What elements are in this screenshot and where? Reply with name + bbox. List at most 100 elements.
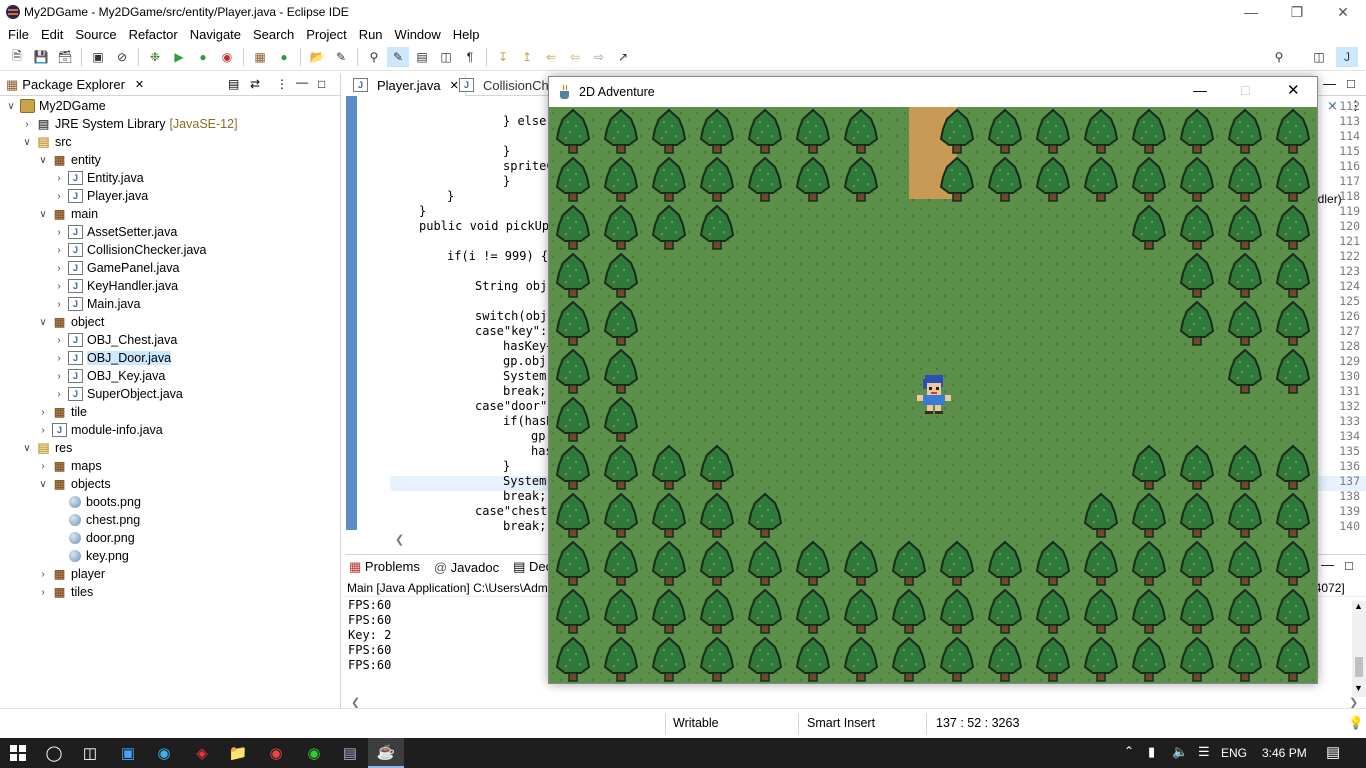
chevron-right-icon[interactable]: › [36, 407, 50, 418]
scrollbar-thumb[interactable] [1355, 657, 1363, 677]
save-icon[interactable]: 💾 [30, 47, 52, 67]
chevron-right-icon[interactable]: › [52, 371, 66, 382]
tree-item[interactable]: › J SuperObject.java [52, 385, 183, 403]
chevron-right-icon[interactable]: › [36, 461, 50, 472]
chrome-alt-icon[interactable]: ◉ [296, 738, 332, 768]
mark-occurrences-icon[interactable]: ✎ [387, 47, 409, 67]
tab-javadoc[interactable]: @ Javadoc [434, 560, 499, 575]
skip-breakpoints-icon[interactable]: ⊘ [111, 47, 133, 67]
battery-icon[interactable]: ▮ [1148, 744, 1155, 760]
restore-button[interactable]: ❐ [1274, 0, 1320, 24]
tree-item[interactable]: chest.png [52, 511, 140, 529]
save-all-icon[interactable]: 🗃 [54, 47, 76, 67]
scroll-left-icon[interactable]: ❮ [395, 533, 404, 546]
maximize-button[interactable]: □ [1241, 82, 1249, 98]
tree-item[interactable]: › J Main.java [52, 295, 141, 313]
minimize-button[interactable]: — [1193, 82, 1207, 98]
tree-item[interactable]: › ▤ JRE System Library [JavaSE-12] [20, 115, 237, 133]
java-perspective-icon[interactable]: J [1336, 47, 1358, 67]
chevron-right-icon[interactable]: › [20, 119, 34, 130]
chevron-right-icon[interactable]: › [52, 263, 66, 274]
tree-item[interactable]: boots.png [52, 493, 141, 511]
tree-item[interactable]: › J OBJ_Door.java [52, 349, 172, 367]
chevron-right-icon[interactable]: › [36, 587, 50, 598]
task-view-icon[interactable]: ◫ [72, 738, 108, 768]
tree-item[interactable]: door.png [52, 529, 135, 547]
open-task-icon[interactable]: ✎ [330, 47, 352, 67]
language-indicator[interactable]: ENG [1221, 746, 1247, 760]
new-package-icon[interactable]: ▦ [249, 47, 271, 67]
tree-item[interactable]: ∨ ▦ objects [36, 475, 110, 493]
file-explorer-icon[interactable]: 📁 [220, 738, 256, 768]
chevron-down-icon[interactable]: ∨ [20, 443, 34, 454]
maximize-view-icon[interactable]: □ [1345, 558, 1353, 573]
collapse-all-icon[interactable]: ▤ [228, 77, 239, 91]
tree-item[interactable]: › Jmodule-info.java [36, 421, 163, 439]
tip-icon[interactable]: 💡 [1348, 716, 1364, 731]
java-taskbar-icon[interactable]: ☕ [368, 738, 404, 768]
tree-item[interactable]: › J KeyHandler.java [52, 277, 178, 295]
tab-package-explorer[interactable]: ▦ Package Explorer ✕ [0, 74, 150, 96]
tree-item[interactable]: › ▦ tile [36, 403, 87, 421]
menu-refactor[interactable]: Refactor [123, 27, 184, 42]
chevron-down-icon[interactable]: ∨ [4, 101, 18, 112]
tree-item[interactable]: › J OBJ_Chest.java [52, 331, 177, 349]
show-whitespace-icon[interactable]: ¶ [459, 47, 481, 67]
new-icon[interactable]: 🗎 [6, 47, 28, 67]
tree-item[interactable]: ∨ ▤ src [20, 133, 71, 151]
menu-file[interactable]: File [2, 27, 35, 42]
minimize-view-icon[interactable]: — [1323, 76, 1336, 91]
menu-project[interactable]: Project [300, 27, 352, 42]
new-class-icon[interactable]: ● [273, 47, 295, 67]
annotation-icon[interactable]: ▤ [411, 47, 433, 67]
tree-item[interactable]: › J CollisionChecker.java [52, 241, 207, 259]
chevron-right-icon[interactable]: › [52, 389, 66, 400]
chevron-down-icon[interactable]: ∨ [20, 137, 34, 148]
insert-mode-status[interactable]: Smart Insert [807, 716, 875, 730]
debug-icon[interactable]: ❉ [144, 47, 166, 67]
minimize-button[interactable]: — [1228, 0, 1274, 24]
store-icon[interactable]: ▣ [110, 738, 146, 768]
game-canvas[interactable] [549, 107, 1317, 683]
terminal-icon[interactable]: ▣ [87, 47, 109, 67]
chevron-right-icon[interactable]: › [52, 173, 66, 184]
tree-item[interactable]: › ▦ player [36, 565, 105, 583]
volume-icon[interactable]: 🔈 [1172, 744, 1188, 760]
chevron-down-icon[interactable]: ∨ [36, 317, 50, 328]
chevron-right-icon[interactable]: › [36, 425, 50, 436]
tree-item[interactable]: › J Entity.java [52, 169, 144, 187]
search-icon[interactable]: ⚲ [1268, 47, 1290, 67]
tree-item[interactable]: › ▦ maps [36, 457, 101, 475]
tree-item[interactable]: ∨ ▤ res [20, 439, 72, 457]
prev-annotation-icon[interactable]: ↥ [516, 47, 538, 67]
search-toolbar-icon[interactable]: ⚲ [363, 47, 385, 67]
tab-problems[interactable]: ▦ Problems [349, 559, 420, 575]
tree-item[interactable]: › J GamePanel.java [52, 259, 179, 277]
maximize-view-icon[interactable]: □ [318, 77, 325, 91]
maximize-view-icon[interactable]: □ [1347, 76, 1355, 91]
chevron-right-icon[interactable]: › [52, 227, 66, 238]
close-icon[interactable]: ✕ [135, 78, 144, 91]
chevron-right-icon[interactable]: › [52, 335, 66, 346]
chevron-right-icon[interactable]: › [52, 299, 66, 310]
open-type-icon[interactable]: 📂 [306, 47, 328, 67]
chevron-right-icon[interactable]: › [52, 245, 66, 256]
tree-item[interactable]: key.png [52, 547, 129, 565]
menu-edit[interactable]: Edit [35, 27, 69, 42]
tree-item[interactable]: › J AssetSetter.java [52, 223, 177, 241]
tree-item[interactable]: ∨ My2DGame [4, 97, 106, 115]
clock[interactable]: 3:46 PM [1262, 746, 1307, 760]
menu-help[interactable]: Help [447, 27, 486, 42]
chevron-down-icon[interactable]: ∨ [36, 479, 50, 490]
menu-search[interactable]: Search [247, 27, 300, 42]
start-icon[interactable] [0, 738, 36, 768]
menu-source[interactable]: Source [69, 27, 122, 42]
chevron-right-icon[interactable]: › [52, 191, 66, 202]
scroll-down-icon[interactable]: ▼ [1354, 683, 1363, 693]
view-menu-icon[interactable]: ⋮ [276, 77, 288, 91]
close-button[interactable]: ✕ [1287, 81, 1300, 99]
scroll-up-icon[interactable]: ▲ [1354, 601, 1363, 611]
console-scrollbar[interactable]: ▲ ▼ [1352, 601, 1366, 697]
last-edit-icon[interactable]: ⇐ [540, 47, 562, 67]
eclipse-taskbar-icon[interactable]: ▤ [332, 738, 368, 768]
